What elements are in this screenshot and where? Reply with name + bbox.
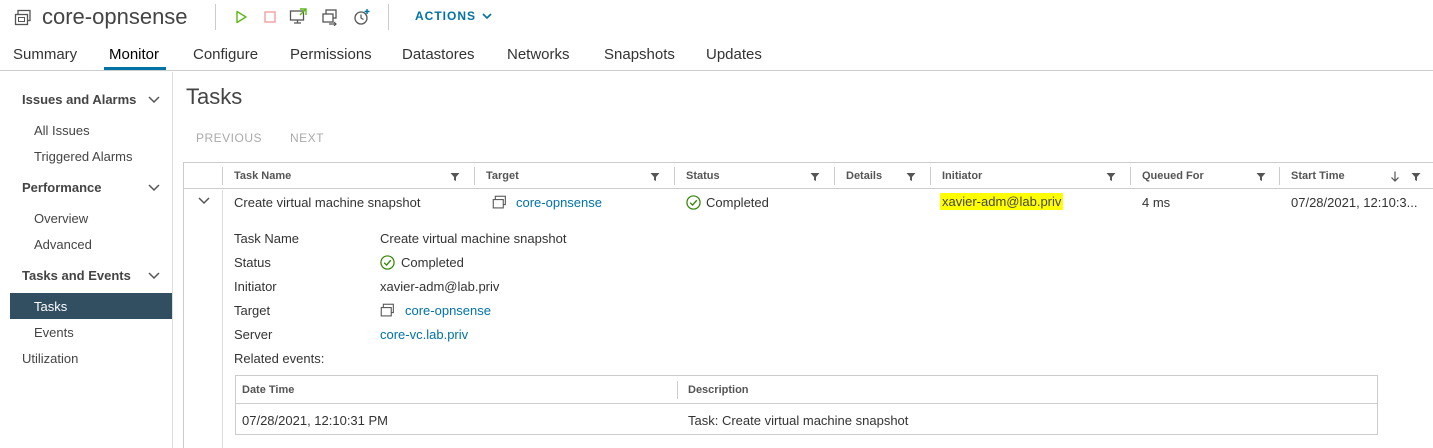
power-on-icon[interactable] — [231, 7, 251, 27]
tasks-datagrid: Task Name Target Status Details Initiato… — [183, 162, 1433, 448]
column-divider — [1279, 167, 1280, 185]
tab-permissions[interactable]: Permissions — [290, 46, 372, 63]
tab-configure[interactable]: Configure — [193, 46, 258, 63]
related-events-label: Related events: — [234, 351, 325, 366]
detail-value-target: core-opnsense — [380, 303, 491, 318]
power-off-icon[interactable] — [260, 7, 280, 27]
column-divider — [834, 167, 835, 185]
column-header-date-time[interactable]: Date Time — [242, 384, 294, 396]
tab-datastores[interactable]: Datastores — [402, 46, 475, 63]
tab-snapshots[interactable]: Snapshots — [604, 46, 675, 63]
detail-initiator-text: xavier-adm@lab.priv — [380, 279, 500, 294]
chevron-down-icon[interactable] — [148, 272, 160, 280]
detail-label-initiator: Initiator — [234, 279, 277, 294]
filter-icon[interactable] — [1256, 172, 1266, 182]
sidebar-item-advanced[interactable]: Advanced — [34, 237, 92, 252]
detail-task-name-text: Create virtual machine snapshot — [380, 231, 567, 246]
snapshot-icon[interactable] — [352, 7, 372, 27]
check-circle-icon — [380, 255, 395, 270]
column-header-status[interactable]: Status — [686, 170, 720, 182]
virtual-machine-icon — [492, 195, 506, 209]
filter-icon[interactable] — [450, 172, 460, 182]
target-link[interactable]: core-opnsense — [516, 195, 602, 210]
actions-menu-button[interactable]: ACTIONS — [415, 9, 492, 23]
detail-value-status: Completed — [380, 255, 464, 270]
column-divider — [1130, 167, 1131, 185]
detail-status-text: Completed — [401, 255, 464, 270]
grid-header: Task Name Target Status Details Initiato… — [184, 163, 1433, 189]
tab-monitor[interactable]: Monitor — [109, 46, 159, 63]
page-title: Tasks — [186, 84, 243, 109]
filter-icon[interactable] — [810, 172, 820, 182]
vm-name-title: core-opnsense — [42, 4, 188, 29]
initiator-cell-wrapper: xavier-adm@lab.priv — [940, 193, 1064, 210]
sidebar-group-tasks-and-events[interactable]: Tasks and Events — [22, 268, 131, 283]
detail-value-server: core-vc.lab.priv — [380, 327, 468, 342]
chevron-down-icon — [482, 12, 492, 19]
column-header-target[interactable]: Target — [486, 170, 519, 182]
sidebar-item-overview[interactable]: Overview — [34, 211, 88, 226]
virtual-machine-icon — [14, 9, 31, 26]
expand-column-divider — [222, 190, 223, 448]
filter-icon[interactable] — [906, 172, 916, 182]
detail-value-initiator: xavier-adm@lab.priv — [380, 279, 499, 294]
sort-descending-icon[interactable] — [1390, 171, 1400, 182]
previous-button[interactable]: PREVIOUS — [196, 131, 262, 145]
filter-icon[interactable] — [1106, 172, 1116, 182]
check-circle-icon — [686, 195, 701, 210]
chevron-down-icon[interactable] — [148, 96, 160, 104]
tab-summary[interactable]: Summary — [13, 46, 77, 63]
chevron-down-icon[interactable] — [198, 197, 210, 205]
column-header-description[interactable]: Description — [688, 384, 749, 396]
sidebar-group-issues-and-alarms[interactable]: Issues and Alarms — [22, 92, 136, 107]
detail-target-link[interactable]: core-opnsense — [405, 303, 491, 318]
virtual-machine-icon — [380, 303, 394, 317]
queued-for-cell: 4 ms — [1142, 195, 1171, 210]
object-tabs: Summary Monitor Configure Permissions Da… — [0, 44, 1433, 71]
start-time-cell: 07/28/2021, 12:10:3... — [1291, 195, 1418, 210]
column-divider — [930, 167, 931, 185]
column-header-start-time[interactable]: Start Time — [1291, 170, 1345, 182]
tab-networks[interactable]: Networks — [507, 46, 570, 63]
next-button[interactable]: NEXT — [290, 131, 324, 145]
detail-label-server: Server — [234, 327, 273, 342]
event-description-cell: Task: Create virtual machine snapshot — [688, 413, 909, 428]
launch-console-icon[interactable] — [288, 7, 308, 27]
active-tab-indicator — [104, 67, 166, 70]
event-date-time-cell: 07/28/2021, 12:10:31 PM — [242, 413, 389, 428]
sidebar-group-performance[interactable]: Performance — [22, 180, 101, 195]
detail-label-status: Status — [234, 255, 271, 270]
sidebar-item-all-issues[interactable]: All Issues — [34, 123, 90, 138]
related-events-table: Date Time Description 07/28/2021, 12:10:… — [235, 375, 1378, 435]
filter-icon[interactable] — [1411, 172, 1421, 182]
related-events-header: Date Time Description — [236, 376, 1377, 404]
detail-label-task-name: Task Name — [234, 231, 300, 246]
chevron-down-icon[interactable] — [148, 184, 160, 192]
migrate-icon[interactable] — [320, 7, 340, 27]
column-divider — [474, 167, 475, 185]
column-divider — [677, 381, 678, 399]
header-divider — [388, 4, 389, 30]
column-header-queued-for[interactable]: Queued For — [1142, 170, 1204, 182]
column-divider — [674, 167, 675, 185]
column-header-task-name[interactable]: Task Name — [234, 170, 291, 182]
detail-label-target: Target — [234, 303, 271, 318]
task-name-cell: Create virtual machine snapshot — [234, 195, 421, 210]
header-divider — [215, 4, 216, 30]
actions-label: ACTIONS — [415, 9, 476, 23]
sidebar-item-events[interactable]: Events — [34, 325, 74, 340]
sidebar-item-tasks[interactable]: Tasks — [34, 299, 67, 314]
column-header-details[interactable]: Details — [846, 170, 882, 182]
initiator-cell: xavier-adm@lab.priv — [940, 193, 1064, 210]
column-header-initiator[interactable]: Initiator — [942, 170, 982, 182]
detail-server-link[interactable]: core-vc.lab.priv — [380, 327, 468, 342]
sidebar-item-triggered-alarms[interactable]: Triggered Alarms — [34, 149, 133, 164]
sidebar-item-utilization[interactable]: Utilization — [22, 351, 78, 366]
column-divider — [222, 167, 223, 185]
monitor-sidebar: Issues and Alarms All Issues Triggered A… — [0, 72, 173, 448]
filter-icon[interactable] — [650, 172, 660, 182]
detail-value-task-name: Create virtual machine snapshot — [380, 231, 566, 246]
tab-updates[interactable]: Updates — [706, 46, 762, 63]
status-cell: Completed — [706, 195, 769, 210]
